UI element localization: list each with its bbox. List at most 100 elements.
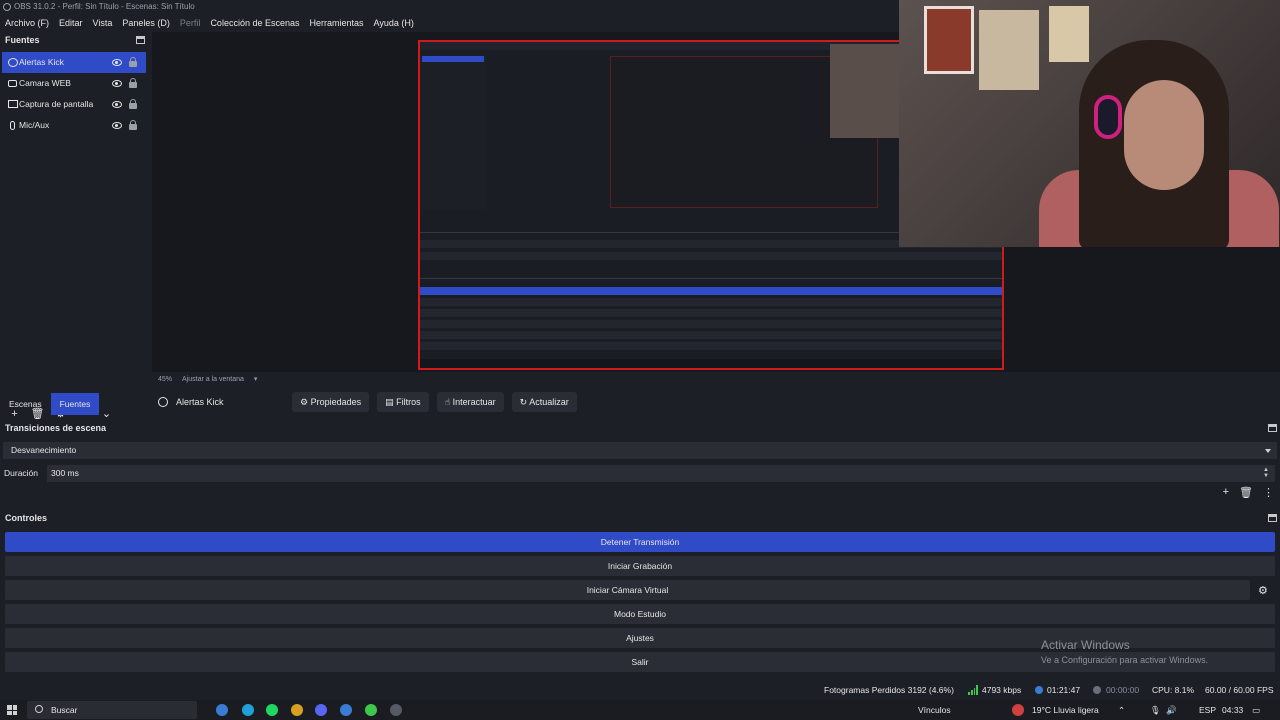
lock-icon[interactable] [129, 99, 137, 109]
chrome-icon[interactable] [291, 704, 303, 716]
source-label: Camara WEB [19, 78, 71, 88]
menu-archivo[interactable]: Archivo (F) [0, 15, 54, 31]
stop-stream-button[interactable]: Detener Transmisión [5, 532, 1275, 552]
transition-select[interactable]: Desvanecimiento [3, 442, 1277, 459]
menu-paneles[interactable]: Paneles (D) [117, 15, 175, 31]
menu-herramientas[interactable]: Herramientas [305, 15, 369, 31]
duration-row: Duración 300 ms ▲ ▼ [3, 465, 1277, 482]
status-bar: Fotogramas Perdidos 3192 (4.6%) 4793 kbp… [0, 682, 1280, 698]
menu-ayuda[interactable]: Ayuda (H) [369, 15, 419, 31]
properties-button[interactable]: ⚙ Propiedades [292, 392, 370, 412]
edge-icon[interactable] [242, 704, 254, 716]
selected-source: Alertas Kick [152, 397, 292, 407]
preview-canvas[interactable] [152, 0, 1280, 372]
source-label: Captura de pantalla [19, 99, 94, 109]
add-transition-icon[interactable]: + [1223, 486, 1229, 499]
cpu-usage: CPU: 8.1% [1152, 685, 1195, 695]
lock-icon[interactable] [129, 78, 137, 88]
tray-chevron-icon[interactable]: ⌃ [1118, 700, 1125, 720]
menu-perfil[interactable]: Perfil [175, 15, 206, 31]
search-icon [35, 705, 43, 713]
menu-coleccion-escenas[interactable]: Colección de Escenas [205, 15, 304, 31]
menu-vista[interactable]: Vista [88, 15, 118, 31]
fit-to-window[interactable]: Ajustar a la ventana [182, 374, 244, 386]
tab-escenas[interactable]: Escenas [0, 393, 51, 415]
source-item-camara-web[interactable]: Camara WEB [2, 73, 146, 94]
sources-list: Alertas Kick Camara WEB Captura de panta… [2, 52, 146, 136]
preview-zoom-bar: 45% Ajustar a la ventana ▾ [152, 374, 452, 386]
obs-icon[interactable] [390, 704, 402, 716]
window-title: OBS 31.0.2 - Perfil: Sin Título - Escena… [14, 2, 195, 11]
source-item-mic-aux[interactable]: Mic/Aux [2, 115, 146, 136]
signal-bars-icon [968, 685, 978, 695]
taskbar-search[interactable]: Buscar [27, 701, 197, 719]
notification-icon[interactable]: ▭ [1252, 700, 1260, 720]
refresh-button[interactable]: ↻ Actualizar [511, 392, 577, 412]
visibility-eye-icon[interactable] [112, 101, 122, 108]
windows-activation-watermark: Activar Windows Ve a Configuración para … [1041, 638, 1209, 665]
language-indicator[interactable]: ESP [1199, 700, 1216, 720]
discord-icon[interactable] [315, 704, 327, 716]
lock-icon[interactable] [129, 120, 137, 130]
transitions-title: Transiciones de escena [0, 420, 1280, 436]
weather-icon [1012, 704, 1024, 716]
mic-icon [10, 121, 15, 130]
sources-dock: Fuentes Alertas Kick Camara WEB Captura … [0, 32, 148, 420]
globe-icon [158, 397, 168, 407]
undock-icon[interactable] [1268, 424, 1277, 432]
duration-input[interactable]: 300 ms ▲ ▼ [47, 465, 1275, 482]
transitions-dock: Transiciones de escena Desvanecimiento D… [0, 420, 1280, 510]
visibility-eye-icon[interactable] [112, 59, 122, 66]
globe-icon [8, 58, 18, 67]
mic-icon[interactable]: 🎙 [1150, 700, 1161, 720]
source-item-captura-pantalla[interactable]: Captura de pantalla [2, 94, 146, 115]
fps: 60.00 / 60.00 FPS [1205, 685, 1274, 695]
record-time: 00:00:00 [1106, 685, 1140, 695]
undock-icon[interactable] [1268, 514, 1277, 522]
sources-dock-title: Fuentes [0, 32, 148, 48]
visibility-eye-icon[interactable] [112, 80, 122, 87]
transition-tools: + 🗑 ⋮ [1223, 486, 1274, 499]
menu-editar[interactable]: Editar [54, 15, 88, 31]
source-label: Mic/Aux [19, 120, 50, 130]
stream-time: 01:21:47 [1047, 685, 1081, 695]
source-context-bar: Alertas Kick ⚙ Propiedades ▤ Filtros ☝ I… [152, 392, 1280, 412]
app-icon[interactable] [365, 704, 377, 716]
steam-icon[interactable] [340, 704, 352, 716]
controls-title: Controles [0, 510, 1280, 526]
steam-icon[interactable] [216, 704, 228, 716]
dock-tabs: Escenas Fuentes [0, 393, 148, 415]
windows-taskbar: Buscar Vínculos 19°C Lluvia ligera ⌃ 🎙 🔊… [0, 700, 1280, 720]
headphone-glow [1094, 95, 1122, 139]
windows-start-icon[interactable] [7, 705, 17, 715]
more-menu-icon[interactable]: ⋮ [1263, 486, 1274, 499]
interact-button[interactable]: ☝ Interactuar [436, 392, 504, 412]
duration-label: Duración [4, 468, 39, 478]
source-label: Alertas Kick [19, 57, 64, 67]
gear-icon[interactable]: ⚙ [1258, 585, 1270, 597]
spinner-icon[interactable]: ▲ ▼ [1263, 467, 1269, 479]
clock[interactable]: 04:33 [1222, 700, 1243, 720]
start-recording-button[interactable]: Iniciar Grabación [5, 556, 1275, 576]
taskbar-links[interactable]: Vínculos [918, 700, 951, 720]
lock-icon[interactable] [129, 57, 137, 67]
studio-mode-button[interactable]: Modo Estudio [5, 604, 1275, 624]
trash-icon[interactable]: 🗑 [1239, 486, 1253, 499]
dropped-frames: Fotogramas Perdidos 3192 (4.6%) [824, 685, 954, 695]
undock-icon[interactable] [136, 36, 145, 44]
stream-status-icon [1035, 686, 1043, 694]
weather-text[interactable]: 19°C Lluvia ligera [1032, 700, 1099, 720]
bitrate: 4793 kbps [982, 685, 1022, 695]
menu-bar: Archivo (F) Editar Vista Paneles (D) Per… [0, 15, 900, 31]
filters-button[interactable]: ▤ Filtros [377, 392, 429, 412]
webcam-source[interactable] [899, 0, 1280, 247]
source-item-alertas-kick[interactable]: Alertas Kick [2, 52, 146, 73]
chevron-down-icon[interactable]: ▾ [254, 374, 258, 386]
start-virtual-camera-button[interactable]: Iniciar Cámara Virtual [5, 580, 1250, 600]
record-status-icon [1093, 686, 1101, 694]
tab-fuentes[interactable]: Fuentes [50, 393, 100, 415]
volume-icon[interactable]: 🔊 [1166, 700, 1177, 720]
zoom-level[interactable]: 45% [158, 374, 172, 386]
visibility-eye-icon[interactable] [112, 122, 122, 129]
spotify-icon[interactable] [266, 704, 278, 716]
